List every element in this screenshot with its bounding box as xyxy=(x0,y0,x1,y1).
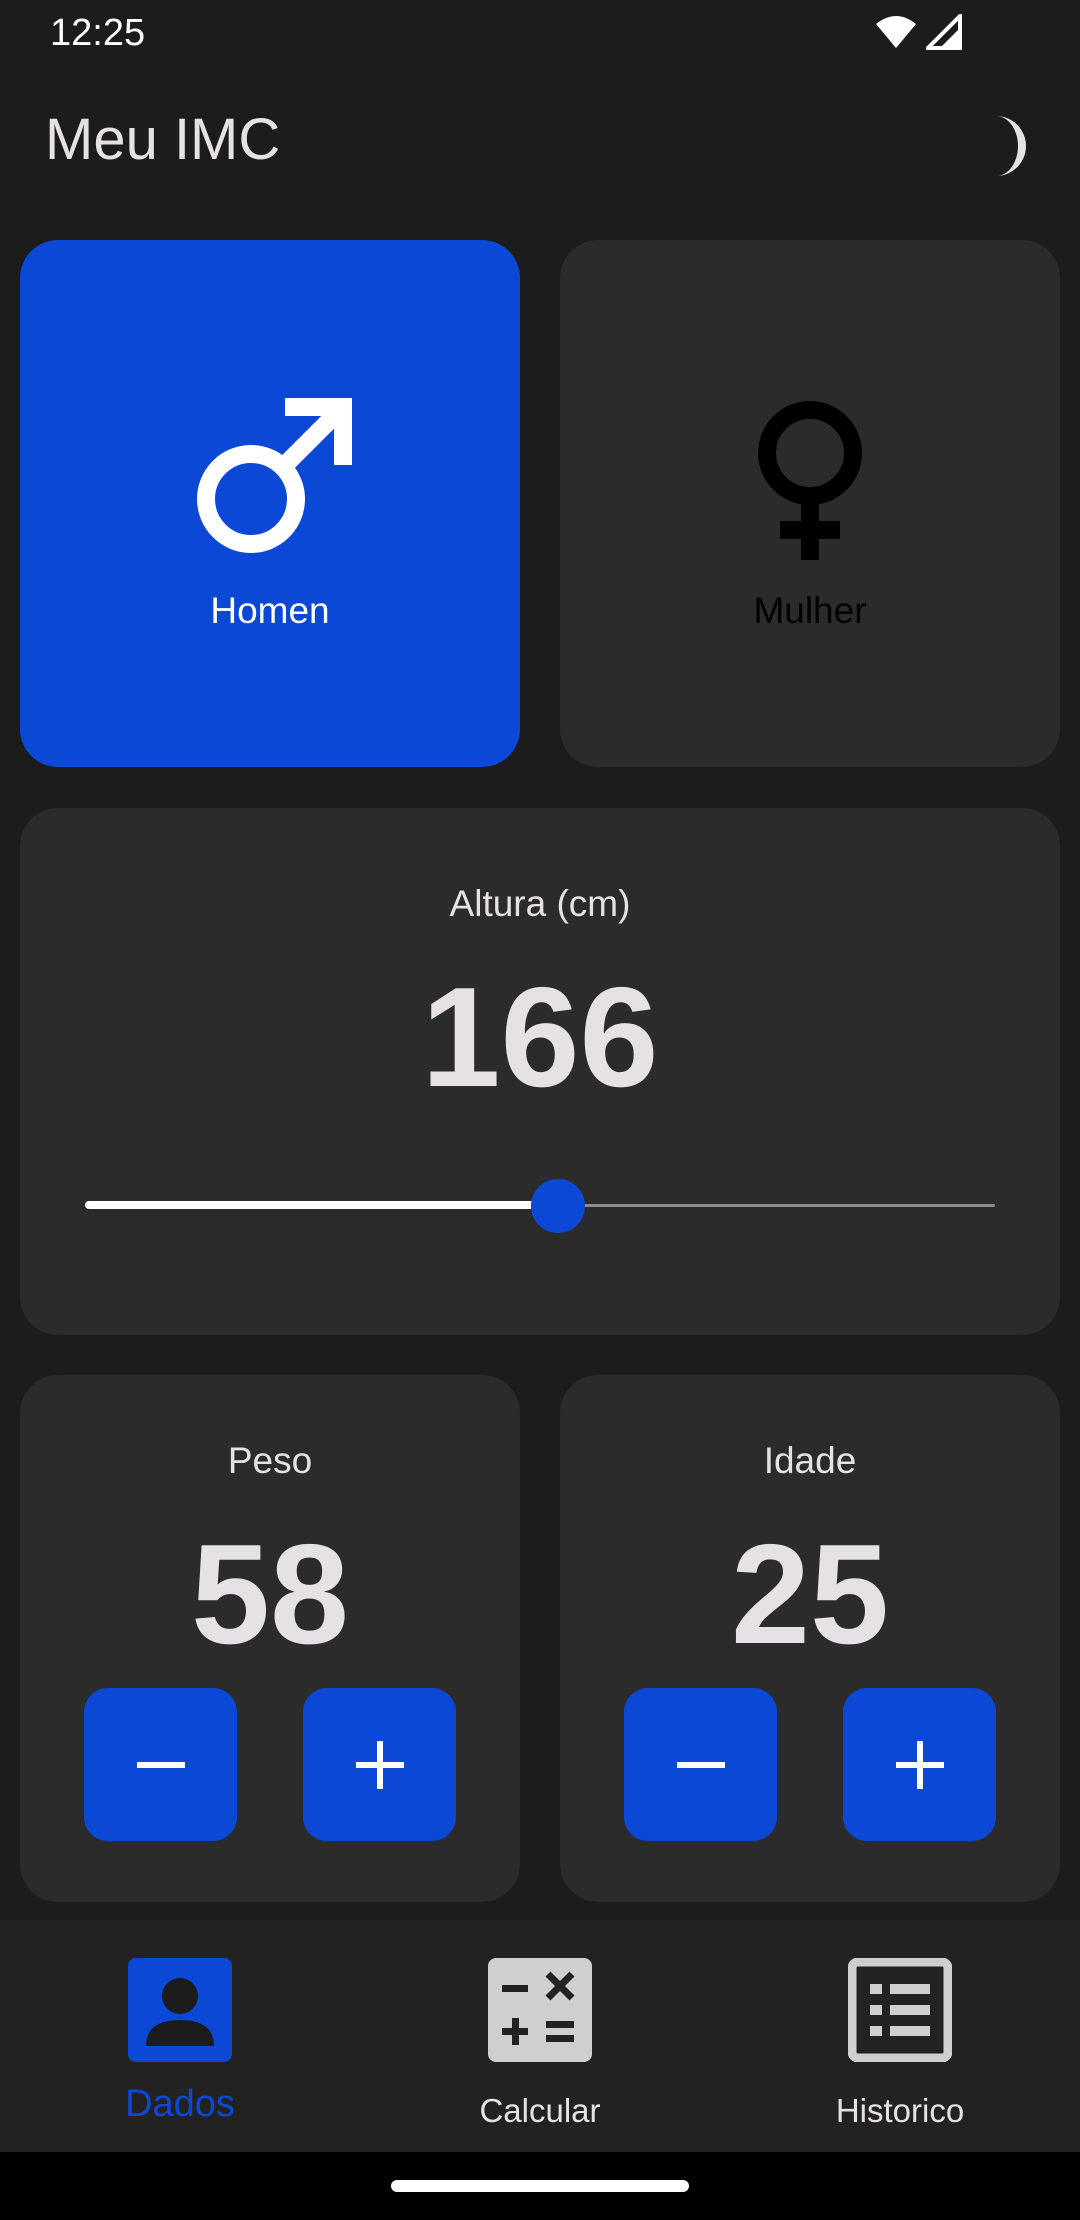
system-gesture-area xyxy=(0,2152,1080,2220)
status-bar: 12:25 xyxy=(0,0,1080,66)
wifi-icon xyxy=(874,14,918,55)
home-gesture-handle[interactable] xyxy=(391,2180,689,2192)
minus-icon xyxy=(136,1761,185,1768)
gender-label-male: Homen xyxy=(210,590,330,631)
age-increment-button[interactable] xyxy=(843,1688,996,1841)
calculator-icon xyxy=(488,1958,592,2062)
height-card: Altura (cm) 166 xyxy=(20,808,1060,1335)
height-slider[interactable] xyxy=(85,1179,995,1233)
weight-label: Peso xyxy=(227,1440,313,1481)
gender-card-female[interactable]: Mulher xyxy=(560,240,1060,767)
gender-card-male[interactable]: Homen xyxy=(20,240,520,767)
age-value: 25 xyxy=(731,1515,889,1674)
slider-active-track xyxy=(85,1201,559,1209)
age-card: Idade 25 xyxy=(560,1375,1060,1902)
nav-item-calcular[interactable]: Calcular xyxy=(360,1920,720,2152)
weight-increment-button[interactable] xyxy=(303,1688,456,1841)
page-title: Meu IMC xyxy=(45,107,281,172)
height-value: 166 xyxy=(421,958,659,1117)
app-bar: Meu IMC xyxy=(0,66,1080,218)
slider-thumb[interactable] xyxy=(531,1179,586,1233)
gender-label-female: Mulher xyxy=(753,590,867,631)
bottom-navigation: Dados Calcular Historico xyxy=(0,1920,1080,2152)
nav-label-calcular: Calcular xyxy=(479,2092,601,2129)
age-label: Idade xyxy=(763,1440,857,1481)
person-icon xyxy=(128,1958,232,2062)
height-label: Altura (cm) xyxy=(449,883,631,924)
female-symbol-icon xyxy=(758,401,862,560)
theme-toggle-button[interactable] xyxy=(964,108,1040,184)
plus-icon xyxy=(355,1740,404,1789)
weight-value: 58 xyxy=(191,1515,349,1674)
age-decrement-button[interactable] xyxy=(624,1688,777,1841)
weight-decrement-button[interactable] xyxy=(84,1688,237,1841)
minus-icon xyxy=(676,1761,725,1768)
nav-item-dados[interactable]: Dados xyxy=(0,1920,360,2152)
status-time: 12:25 xyxy=(50,12,146,54)
male-symbol-icon xyxy=(197,398,352,553)
moon-icon xyxy=(996,116,1026,176)
list-icon xyxy=(848,1958,952,2062)
signal-icon xyxy=(923,11,962,55)
nav-label-dados: Dados xyxy=(125,2083,235,2125)
nav-item-historico[interactable]: Historico xyxy=(720,1920,1080,2152)
nav-label-historico: Historico xyxy=(835,2092,965,2129)
plus-icon xyxy=(895,1740,944,1789)
weight-card: Peso 58 xyxy=(20,1375,520,1902)
